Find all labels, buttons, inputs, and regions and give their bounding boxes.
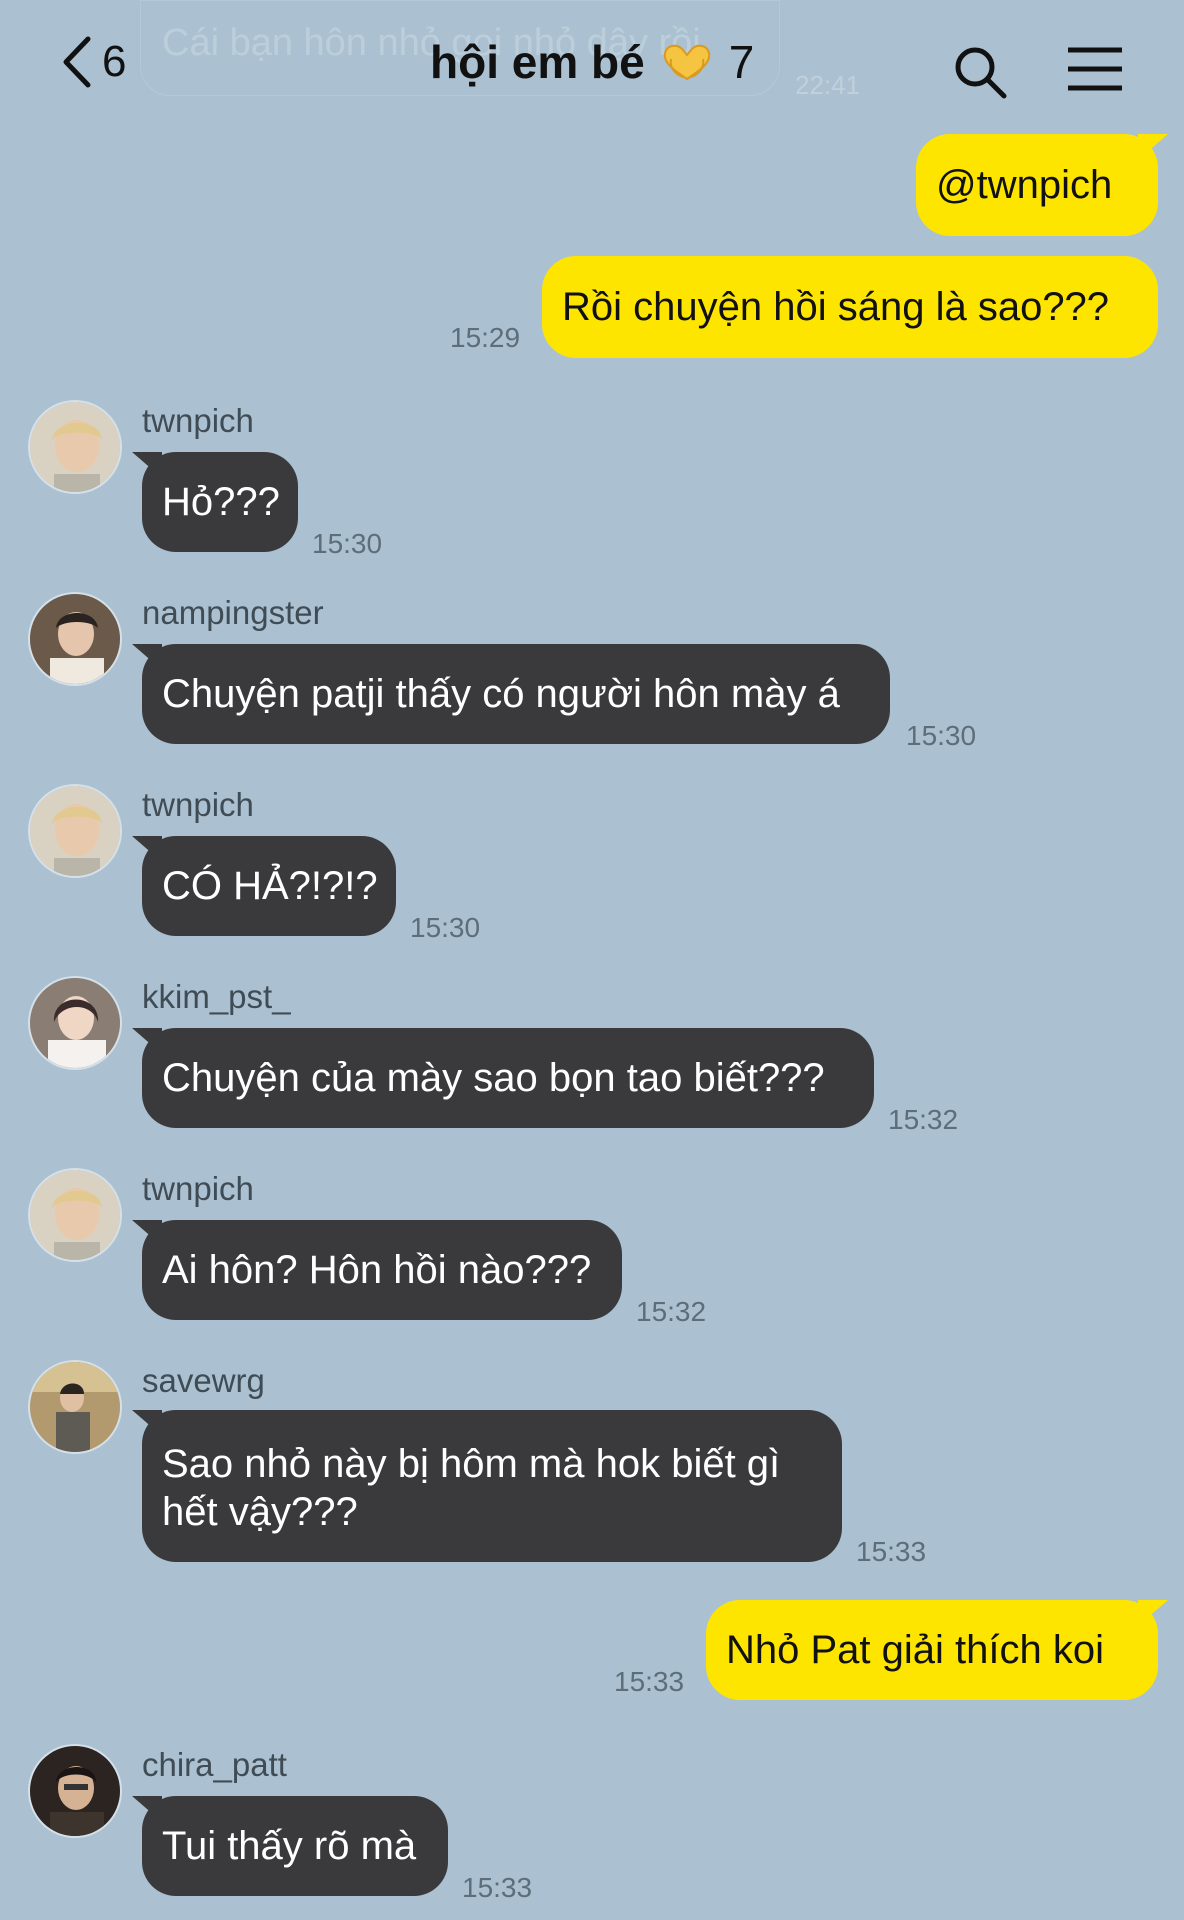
sender-name: twnpich: [142, 786, 254, 823]
avatar[interactable]: [28, 1168, 122, 1262]
message-time: 15:32: [888, 1104, 959, 1135]
chat-title[interactable]: hội em bé 7: [430, 28, 754, 96]
sender-name: nampingster: [142, 594, 324, 631]
message-text: CÓ HẢ?!?!?: [162, 864, 378, 908]
my-message-bubble[interactable]: @twnpich: [916, 134, 1158, 236]
chat-header: Cái bạn hôn nhỏ gọi nhỏ dậy rồi 22:41 6 …: [0, 0, 1184, 125]
heart-hands-icon: [663, 44, 710, 81]
their-message-bubble[interactable]: Chuyện patji thấy có người hôn mày á: [142, 644, 890, 744]
message-text: Tui thấy rõ mà: [162, 1824, 417, 1868]
message-time: 15:29: [450, 322, 521, 353]
sender-name: savewrg: [142, 1362, 265, 1399]
avatar[interactable]: [28, 784, 122, 878]
message-time: 15:33: [462, 1872, 533, 1903]
search-icon[interactable]: [952, 44, 1008, 100]
message-text: Rồi chuyện hồi sáng là sao???: [562, 285, 1110, 329]
my-message-bubble[interactable]: Nhỏ Pat giải thích koi: [706, 1600, 1158, 1700]
their-message-bubble[interactable]: Hỏ???: [142, 452, 298, 552]
unread-count: 6: [102, 37, 127, 86]
their-message-bubble[interactable]: Tui thấy rõ mà: [142, 1796, 448, 1896]
their-message-bubble[interactable]: Chuyện của mày sao bọn tao biết???: [142, 1028, 874, 1128]
message-text: Ai hôn? Hôn hồi nào???: [162, 1248, 592, 1292]
avatar[interactable]: [28, 592, 122, 686]
my-message-bubble[interactable]: Rồi chuyện hồi sáng là sao???: [542, 256, 1158, 358]
sender-name: kkim_pst_: [142, 978, 291, 1015]
avatar[interactable]: [28, 976, 122, 1070]
message-text: @twnpich: [936, 163, 1113, 207]
message-text: Chuyện patji thấy có người hôn mày á: [162, 672, 840, 716]
message-time: 15:30: [312, 528, 383, 559]
message-text: Hỏ???: [162, 480, 280, 524]
message-time: 15:30: [410, 912, 481, 943]
previous-message-ghost-time: 22:41: [795, 70, 861, 100]
chevron-left-icon: [63, 36, 91, 88]
message-text: Sao nhỏ này bị hôm mà hok biết gì hết vậ…: [162, 1442, 781, 1534]
message-text: Chuyện của mày sao bọn tao biết???: [162, 1056, 825, 1100]
sender-name: twnpich: [142, 402, 254, 439]
avatar[interactable]: [28, 400, 122, 494]
message-text: Nhỏ Pat giải thích koi: [726, 1628, 1104, 1672]
their-message-bubble[interactable]: Ai hôn? Hôn hồi nào???: [142, 1220, 622, 1320]
avatar[interactable]: [28, 1360, 122, 1454]
message-time: 15:33: [856, 1536, 927, 1567]
back-button[interactable]: 6: [60, 30, 126, 94]
message-time: 15:33: [614, 1666, 685, 1697]
their-message-bubble[interactable]: Sao nhỏ này bị hôm mà hok biết gì hết vậ…: [142, 1410, 842, 1562]
message-time: 15:30: [906, 720, 977, 751]
avatar[interactable]: [28, 1744, 122, 1838]
sender-name: chira_patt: [142, 1746, 287, 1783]
menu-icon[interactable]: [1066, 46, 1124, 92]
sender-name: twnpich: [142, 1170, 254, 1207]
member-count: 7: [728, 36, 755, 88]
their-message-bubble[interactable]: CÓ HẢ?!?!?: [142, 836, 396, 936]
chat-screen: Cái bạn hôn nhỏ gọi nhỏ dậy rồi 22:41 6 …: [0, 0, 1184, 1920]
message-time: 15:32: [636, 1296, 707, 1327]
chat-title-text: hội em bé: [430, 36, 645, 88]
